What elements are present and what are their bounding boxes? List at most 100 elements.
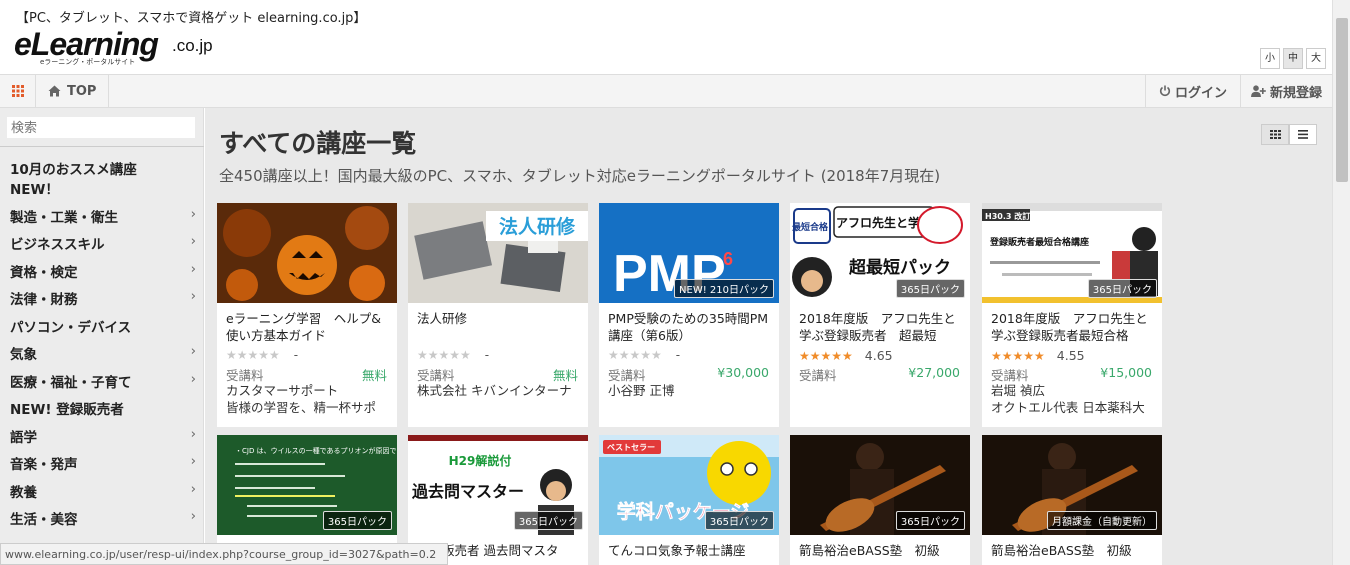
course-title[interactable]: 箭島裕治eBASS塾 初級 — [991, 542, 1155, 565]
course-pack-badge: 365日パック — [1087, 279, 1157, 298]
course-thumbnail[interactable]: 月額課金（自動更新） — [982, 435, 1162, 535]
sidebar-category-item[interactable]: NEW! 登録販売者 — [10, 398, 196, 418]
sidebar-category-label: 法律・財務 — [10, 292, 78, 308]
category-sidebar: 10月のおススメ講座 NEW！ 製造・工業・衛生› ビジネススキル› 資格・検定› 法律・… — [0, 108, 204, 565]
sidebar-category-item[interactable]: 音楽・発声 › — [10, 453, 196, 473]
course-thumbnail[interactable]: 法人研修 — [408, 203, 588, 303]
thumbnail-caption: 超最短パック — [849, 257, 951, 278]
course-title[interactable]: てんコロ気象予報士講座 — [608, 542, 772, 565]
course-title[interactable]: 2018年度版 アフロ先生と学ぶ登録販売者最短合格 — [991, 310, 1155, 344]
course-card[interactable]: 365日パック箭島裕治eBASS塾 初級 — [790, 435, 970, 565]
course-thumbnail[interactable]: 365日パック — [790, 435, 970, 535]
course-card[interactable]: 最短合格! アフロ先生と学ぶ 超最短パック 365日パック 2018年度版 アフロ先生と… — [790, 203, 970, 427]
scrollbar-thumb[interactable] — [1336, 18, 1348, 182]
sidebar-category-item[interactable]: 語学 › — [10, 426, 196, 446]
register-label: 新規登録 — [1269, 85, 1322, 101]
chevron-right-icon: › — [190, 371, 196, 387]
course-title[interactable]: PMP受験のための35時間PM講座（第6版） — [608, 310, 772, 344]
site-tagline: 【PC、タブレット、スマホで資格ゲット elearning.co.jp】 — [16, 11, 367, 26]
sidebar-category-item[interactable]: 医療・福祉・子育て › — [10, 371, 196, 391]
nav-top-label: TOP — [67, 83, 97, 99]
course-instructor: 小谷野 正博 — [608, 382, 772, 399]
course-instructor: 株式会社 キバンインターナ — [417, 382, 581, 399]
page-scrollbar[interactable] — [1332, 0, 1350, 565]
course-rating: ★★★★★ - — [608, 348, 680, 362]
sidebar-category-label: 医療・福祉・子育て — [10, 375, 132, 391]
list-view-button[interactable] — [1289, 124, 1317, 145]
rating-stars-icon: ★★★★★ — [991, 349, 1045, 363]
sidebar-category-label: 10月のおススメ講座 — [10, 162, 137, 178]
top-navbar: TOP ログイン 新規登録 — [0, 74, 1332, 108]
course-thumbnail[interactable]: ・CJD は、ウイルスの一種であるプリオンが原因である。 365日パック — [217, 435, 397, 535]
instructor-description: オクトエル代表 日本薬科大 — [991, 400, 1145, 415]
grid-view-button[interactable] — [1261, 124, 1289, 145]
course-price: ¥30,000 — [717, 365, 769, 380]
course-title[interactable]: eラーニング学習 ヘルプ&使い方基本ガイド — [226, 310, 390, 344]
rating-score: - — [484, 348, 490, 362]
sidebar-category-item[interactable]: 気象 › — [10, 343, 196, 363]
thumbnail-caption: ・CJD は、ウイルスの一種であるプリオンが原因である。 — [235, 446, 397, 455]
search-input[interactable] — [7, 117, 195, 138]
instructor-name: カスタマーサポート — [226, 383, 339, 398]
site-header: 【PC、タブレット、スマホで資格ゲット elearning.co.jp】 eLe… — [0, 0, 1332, 74]
course-card[interactable]: eラーニング学習 ヘルプ&使い方基本ガイド ★★★★★ - 受講料 無料 カスタマーサポー… — [217, 203, 397, 427]
chevron-right-icon: › — [190, 453, 196, 469]
rating-stars-icon: ★★★★★ — [608, 348, 662, 362]
course-title[interactable]: 法人研修 — [417, 310, 581, 344]
site-logo[interactable]: eLearning .co.jp eラーニング・ポータルサイト — [14, 26, 224, 66]
font-size-large-button[interactable]: 大 — [1306, 48, 1326, 69]
course-title[interactable]: 箭島裕治eBASS塾 初級 — [799, 542, 963, 565]
login-button[interactable]: ログイン — [1145, 75, 1240, 107]
grid-view-icon — [1269, 130, 1281, 139]
course-rating: ★★★★★ - — [226, 348, 298, 362]
course-thumbnail[interactable]: PMP 6 NEW! 210日パック — [599, 203, 779, 303]
course-card[interactable]: ベストセラー 学科パッケージ 365日パックてんコロ気象予報士講座 — [599, 435, 779, 565]
course-thumbnail-art — [217, 203, 397, 303]
course-instructor: 岩堀 禎広オクトエル代表 日本薬科大 — [991, 382, 1155, 416]
course-card[interactable]: 月額課金（自動更新） 箭島裕治eBASS塾 初級 — [982, 435, 1162, 565]
sidebar-category-label: NEW！ — [10, 182, 59, 198]
chevron-right-icon: › — [190, 426, 196, 442]
menu-grid-button[interactable] — [0, 75, 36, 107]
sidebar-category-label: NEW! 登録販売者 — [10, 402, 124, 418]
sidebar-category-item[interactable]: パソコン・デバイス — [10, 316, 196, 336]
course-title[interactable]: 2018年度版 アフロ先生と学ぶ登録販売者 超最短 — [799, 310, 963, 344]
course-card[interactable]: 法人研修 法人研修 ★★★★★ - 受講料 無料 株式会社 キバンインターナ — [408, 203, 588, 427]
list-view-icon — [1298, 130, 1308, 139]
course-rating: ★★★★★ 4.65 — [799, 348, 893, 363]
sidebar-category-item[interactable]: 10月のおススメ講座 — [10, 158, 196, 178]
course-card[interactable]: H30.3 改訂版 登録販売者最短合格講座 365日パック 2018年度版 アフロ先生… — [982, 203, 1162, 427]
course-thumbnail[interactable]: ベストセラー 学科パッケージ 365日パック — [599, 435, 779, 535]
course-thumbnail-art: 法人研修 — [408, 203, 588, 303]
rating-score: - — [675, 348, 681, 362]
power-icon — [1159, 85, 1171, 97]
sidebar-category-item[interactable]: 製造・工業・衛生 › — [10, 206, 196, 226]
sidebar-category-item[interactable]: ビジネススキル › — [10, 233, 196, 253]
sidebar-category-item[interactable]: 法律・財務 › — [10, 288, 196, 308]
course-thumbnail[interactable]: H29解説付 過去問マスター 365日パック — [408, 435, 588, 535]
instructor-name: 株式会社 キバンインターナ — [417, 383, 572, 398]
register-button[interactable]: 新規登録 — [1240, 75, 1332, 107]
course-thumbnail[interactable] — [217, 203, 397, 303]
course-pack-badge: 月額課金（自動更新） — [1047, 511, 1157, 530]
sidebar-category-item[interactable]: 資格・検定 › — [10, 261, 196, 281]
sidebar-category-item[interactable]: NEW！ — [10, 178, 196, 198]
sidebar-category-label: 生活・美容 — [10, 512, 78, 528]
instructor-name: 岩堀 禎広 — [991, 383, 1045, 398]
nav-top-link[interactable]: TOP — [36, 75, 110, 107]
sidebar-category-item[interactable]: 教養 › — [10, 481, 196, 501]
thumbnail-subcaption: H29解説付 — [449, 453, 512, 468]
chevron-right-icon: › — [190, 343, 196, 359]
course-thumbnail[interactable]: H30.3 改訂版 登録販売者最短合格講座 365日パック — [982, 203, 1162, 303]
sidebar-category-item[interactable]: 生活・美容 › — [10, 508, 196, 528]
font-size-small-button[interactable]: 小 — [1260, 48, 1280, 69]
course-thumbnail[interactable]: 最短合格! アフロ先生と学ぶ 超最短パック 365日パック — [790, 203, 970, 303]
font-size-medium-button[interactable]: 中 — [1283, 48, 1303, 69]
thumbnail-caption: 過去問マスター — [411, 482, 524, 501]
course-pack-badge: 365日パック — [895, 279, 965, 298]
add-user-icon — [1250, 85, 1266, 97]
course-card[interactable]: PMP 6 NEW! 210日パック PMP受験のための35時間PM講座（第6版） ★★… — [599, 203, 779, 427]
rating-score: - — [293, 348, 299, 362]
view-toggle — [1261, 124, 1317, 145]
grid-icon — [12, 85, 24, 97]
